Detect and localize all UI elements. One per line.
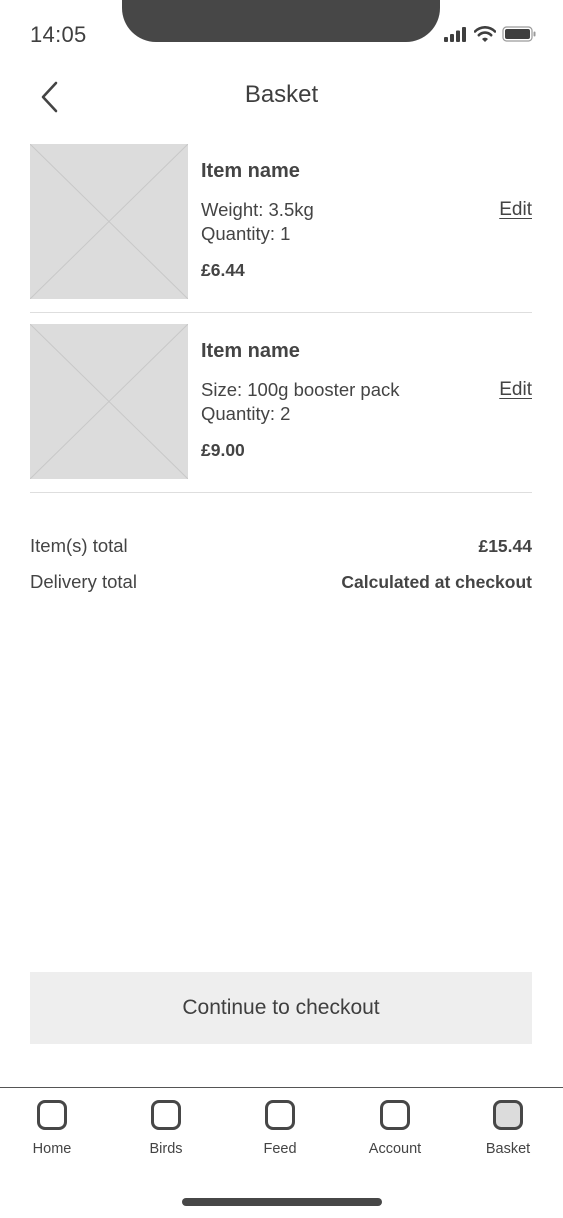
status-time: 14:05 <box>30 22 87 47</box>
item-quantity: Quantity: 1 <box>201 223 291 244</box>
tab-account[interactable]: Account <box>355 1098 435 1157</box>
edit-item-link[interactable]: Edit <box>499 379 532 401</box>
delivery-total-label: Delivery total <box>30 571 137 592</box>
birds-icon <box>151 1100 181 1130</box>
divider <box>30 492 532 493</box>
status-icons <box>444 26 536 42</box>
item-image-placeholder <box>29 143 189 300</box>
tab-bar-divider <box>0 1087 563 1088</box>
home-indicator <box>182 1198 382 1206</box>
item-price: £6.44 <box>201 260 245 280</box>
tab-label: Account <box>368 1141 422 1157</box>
basket-item: Item name Weight: 3.5kg Quantity: 1 £6.4… <box>29 143 532 301</box>
item-detail: Size: 100g booster pack <box>201 379 400 400</box>
tab-label: Home <box>32 1141 72 1157</box>
basket-item: Item name Size: 100g booster pack Quanti… <box>29 323 532 481</box>
item-image-placeholder <box>29 323 189 480</box>
tab-label: Birds <box>149 1141 183 1157</box>
item-quantity: Quantity: 2 <box>201 403 291 424</box>
tab-basket[interactable]: Basket <box>468 1098 548 1157</box>
tab-bar: Home Birds Feed Account Basket <box>0 1098 563 1168</box>
item-price: £9.00 <box>201 440 245 460</box>
items-total-value: £15.44 <box>478 536 532 556</box>
tab-home[interactable]: Home <box>12 1098 92 1157</box>
basket-icon <box>493 1100 523 1130</box>
items-total-label: Item(s) total <box>30 535 128 556</box>
wifi-icon <box>474 26 496 42</box>
tab-label: Basket <box>485 1141 531 1157</box>
tab-feed[interactable]: Feed <box>240 1098 320 1157</box>
tab-birds[interactable]: Birds <box>126 1098 206 1157</box>
continue-to-checkout-button[interactable]: Continue to checkout <box>30 972 532 1044</box>
item-name: Item name <box>201 340 300 362</box>
feed-icon <box>265 1100 295 1130</box>
battery-icon <box>502 26 536 42</box>
edit-item-link[interactable]: Edit <box>499 199 532 221</box>
divider <box>30 312 532 313</box>
placeholder-image-icon <box>29 323 189 480</box>
delivery-total-value: Calculated at checkout <box>341 572 532 592</box>
home-icon <box>37 1100 67 1130</box>
signal-icon <box>444 26 466 42</box>
placeholder-image-icon <box>29 143 189 300</box>
item-name: Item name <box>201 160 300 182</box>
page-title: Basket <box>244 81 319 108</box>
account-icon <box>380 1100 410 1130</box>
device-notch <box>122 0 440 42</box>
tab-label: Feed <box>263 1141 297 1157</box>
item-detail: Weight: 3.5kg <box>201 199 314 220</box>
